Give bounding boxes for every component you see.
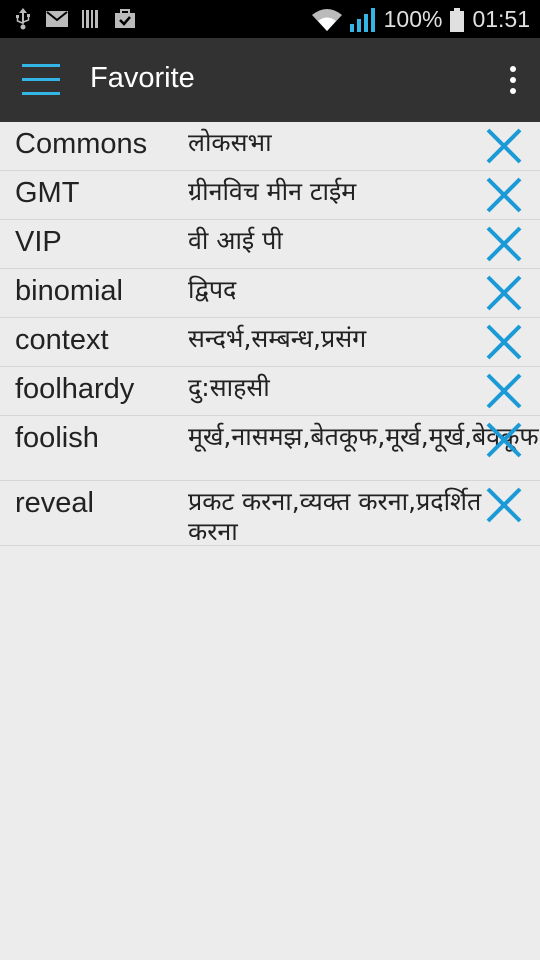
meaning-text: लोकसभा — [188, 128, 272, 157]
list-item[interactable]: foolhardy दु:साहसी — [0, 367, 540, 416]
meaning-text: दु:साहसी — [188, 373, 270, 402]
app-bar: Favorite — [0, 38, 540, 122]
word-text: reveal — [15, 487, 94, 519]
meaning-text: वी आई पी — [188, 226, 283, 255]
list-item[interactable]: GMT ग्रीनविच मीन टाईम — [0, 171, 540, 220]
shopping-bag-icon — [115, 9, 135, 28]
word-text: GMT — [15, 177, 80, 209]
delete-icon[interactable] — [484, 322, 524, 362]
barcode-icon — [82, 10, 98, 28]
usb-icon — [16, 8, 30, 30]
list-item[interactable]: context सन्दर्भ,सम्बन्ध,प्रसंग — [0, 318, 540, 367]
word-text: Commons — [15, 128, 148, 160]
list-item[interactable]: reveal प्रकट करना,व्यक्त करना,प्रदर्शित … — [0, 481, 540, 546]
status-bar: 100% 01:51 — [0, 0, 540, 38]
delete-icon[interactable] — [484, 126, 524, 166]
list-item[interactable]: foolish मूर्ख,नासमझ,बेतकूफ,मूर्ख,मूर्ख,ब… — [0, 416, 540, 481]
list-item[interactable]: binomial द्विपद — [0, 269, 540, 318]
meaning-text: सन्दर्भ,सम्बन्ध,प्रसंग — [188, 324, 367, 353]
page-title: Favorite — [90, 62, 195, 94]
word-text: binomial — [15, 275, 123, 307]
list-item[interactable]: Commons लोकसभा — [0, 122, 540, 171]
meaning-text: प्रकट करना,व्यक्त करना,प्रदर्शित करना — [188, 487, 482, 546]
wifi-icon — [311, 8, 342, 31]
delete-icon[interactable] — [484, 420, 524, 460]
clock: 01:51 — [472, 6, 530, 32]
battery-icon — [450, 7, 465, 32]
word-text: context — [15, 324, 109, 356]
word-text: foolhardy — [15, 373, 135, 405]
meaning-text: ग्रीनविच मीन टाईम — [188, 177, 357, 206]
more-options-icon[interactable] — [508, 66, 518, 96]
delete-icon[interactable] — [484, 175, 524, 215]
delete-icon[interactable] — [484, 224, 524, 264]
meaning-text: मूर्ख,नासमझ,बेतकूफ,मूर्ख,मूर्ख,बेवकूफ,मू… — [188, 422, 540, 451]
list-item[interactable]: VIP वी आई पी — [0, 220, 540, 269]
delete-icon[interactable] — [484, 485, 524, 525]
system-status: 100% 01:51 — [311, 6, 530, 33]
favorites-list: Commons लोकसभा GMT ग्रीनविच मीन टाईम VIP… — [0, 122, 540, 546]
menu-icon[interactable] — [22, 64, 60, 96]
delete-icon[interactable] — [484, 273, 524, 313]
meaning-text: द्विपद — [188, 275, 237, 304]
word-text: foolish — [15, 422, 99, 454]
battery-percent: 100% — [383, 6, 443, 32]
delete-icon[interactable] — [484, 371, 524, 411]
word-text: VIP — [15, 226, 62, 258]
mail-icon — [46, 11, 68, 27]
cell-signal-icon — [349, 7, 375, 32]
notification-icons — [14, 8, 136, 30]
